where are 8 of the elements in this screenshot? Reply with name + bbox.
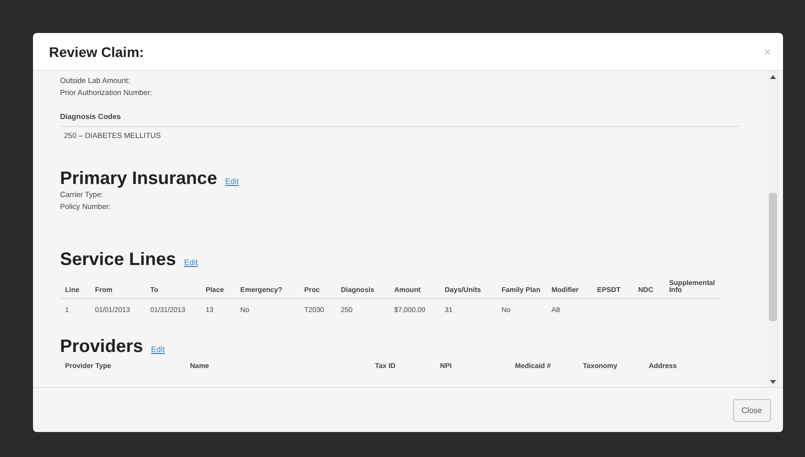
edit-link[interactable]: Edit (225, 177, 239, 186)
dialog-title: Review Claim: (49, 44, 144, 60)
section-heading: Service Lines (60, 249, 176, 270)
section-heading: Primary Insurance (60, 168, 218, 189)
section-heading: Providers (60, 336, 144, 357)
edit-link[interactable]: Edit (184, 258, 198, 267)
close-button[interactable]: Close (732, 398, 771, 422)
edit-link[interactable]: Edit (151, 345, 165, 354)
